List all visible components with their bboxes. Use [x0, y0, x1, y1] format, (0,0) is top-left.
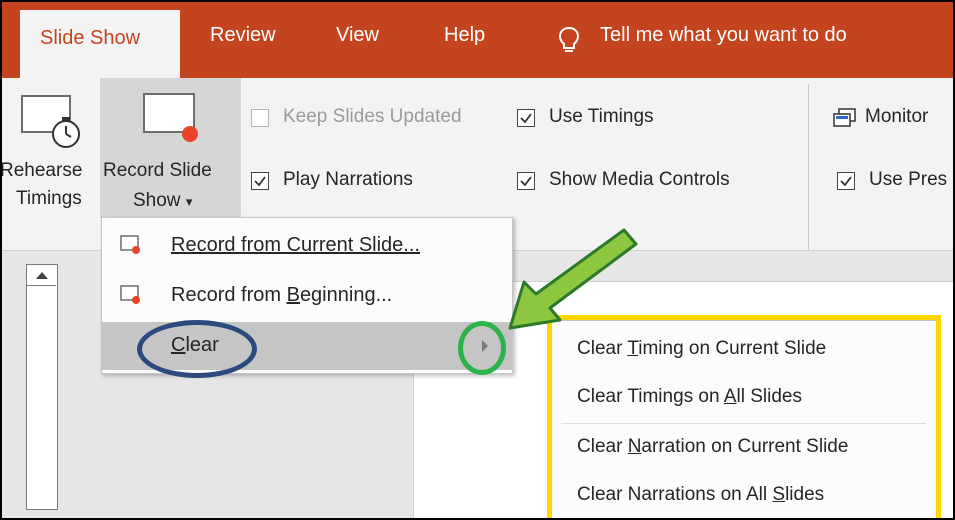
- ribbon-separator: [808, 84, 809, 250]
- rehearse-timings-label-1: Rehearse: [0, 160, 83, 181]
- annotation-arrow-icon: [508, 228, 638, 330]
- checkmark-icon: [520, 113, 532, 124]
- label-part: Record from: [171, 284, 287, 306]
- tell-me-search[interactable]: Tell me what you want to do: [600, 24, 847, 47]
- rehearse-timings-label-2: Timings: [16, 188, 82, 209]
- record-slide-icon: [120, 235, 140, 254]
- play-narrations-checkbox[interactable]: [251, 172, 269, 190]
- chevron-down-icon: ▾: [185, 194, 193, 209]
- record-slide-show-icon: [143, 93, 198, 142]
- use-timings-label: Use Timings: [549, 106, 654, 127]
- menu-item-label: Record from Beginning...: [171, 284, 392, 307]
- label-part: eginning...: [299, 284, 393, 306]
- highlight-oval-clear: [137, 320, 257, 378]
- checkmark-icon: [254, 176, 266, 187]
- use-timings-checkbox[interactable]: [517, 109, 535, 127]
- highlight-circle-arrow: [458, 321, 506, 375]
- record-slide-show-label-2: Show ▾: [133, 190, 192, 212]
- highlight-box-submenu: [547, 315, 941, 518]
- menu-item-record-from-beginning[interactable]: Record from Beginning...: [102, 272, 512, 320]
- app-window: Slide Show Review View Help Tell me what…: [0, 0, 955, 520]
- record-slide-show-button[interactable]: Record Slide Show ▾: [100, 78, 241, 218]
- record-slide-icon: [120, 285, 140, 304]
- use-presenter-view-label: Use Pres: [869, 169, 948, 190]
- tab-slide-show[interactable]: Slide Show: [20, 10, 180, 78]
- show-media-controls-label: Show Media Controls: [549, 169, 730, 190]
- scroll-up-icon[interactable]: [34, 269, 50, 281]
- monitor-label[interactable]: Monitor: [865, 106, 928, 128]
- ribbon-tab-bar: Slide Show Review View Help Tell me what…: [2, 2, 953, 78]
- checkmark-icon: [520, 176, 532, 187]
- label-accelerator: B: [286, 284, 300, 306]
- rehearse-timings-icon: [21, 95, 80, 148]
- record-slide-show-label-1: Record Slide: [103, 160, 212, 181]
- menu-item-record-from-current[interactable]: Record from Current Slide...: [102, 222, 512, 270]
- show-media-controls-checkbox[interactable]: [517, 172, 535, 190]
- tab-slide-show-label: Slide Show: [40, 27, 141, 49]
- tab-help[interactable]: Help: [444, 24, 485, 47]
- scroll-divider: [27, 285, 56, 286]
- scrollbar[interactable]: [26, 264, 58, 510]
- play-narrations-label: Play Narrations: [283, 169, 413, 190]
- use-presenter-view-checkbox[interactable]: [837, 172, 855, 190]
- tab-review[interactable]: Review: [210, 24, 276, 47]
- menu-item-label: Record from Current Slide...: [171, 234, 420, 256]
- lightbulb-icon: [558, 26, 580, 52]
- keep-slides-updated-checkbox[interactable]: [251, 109, 269, 127]
- monitor-icon: [833, 108, 856, 127]
- keep-slides-updated-label: Keep Slides Updated: [283, 106, 462, 127]
- checkmark-icon: [840, 176, 852, 187]
- tab-view[interactable]: View: [336, 24, 379, 47]
- record-show-text: Show: [133, 190, 181, 211]
